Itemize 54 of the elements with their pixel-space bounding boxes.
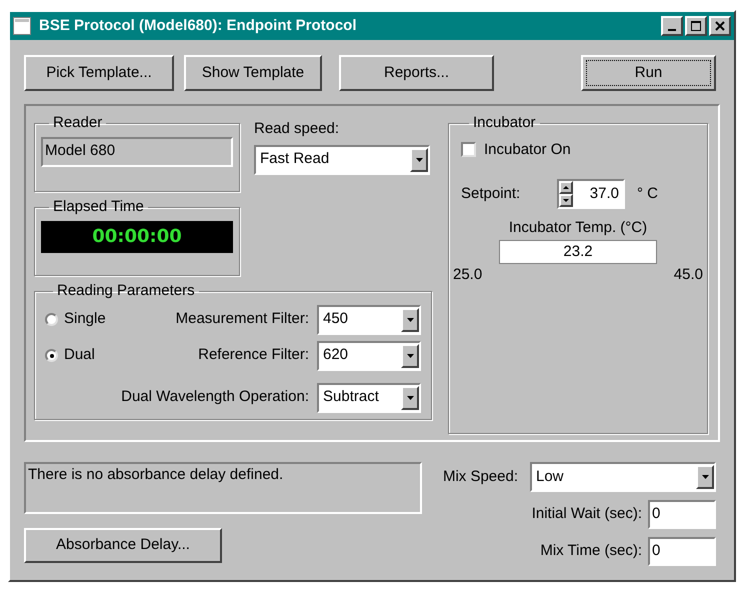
up-arrow-icon bbox=[563, 186, 569, 189]
caret-icon bbox=[406, 318, 414, 322]
minimize-icon bbox=[668, 28, 676, 30]
absorbance-delay-button[interactable]: Absorbance Delay... bbox=[24, 528, 222, 563]
field-label: Read speed: bbox=[254, 119, 340, 139]
filter-dropdown[interactable]: 450 bbox=[317, 304, 421, 334]
radio-option[interactable]: Dual bbox=[45, 344, 119, 367]
checkbox-option[interactable]: Incubator On bbox=[461, 138, 695, 161]
field-label: Mix Speed: bbox=[442, 466, 518, 487]
radio-button[interactable] bbox=[45, 349, 58, 362]
field-label: Mix Time (sec): bbox=[540, 541, 642, 562]
input-field[interactable]: 0 bbox=[648, 537, 716, 566]
scale-min-label: 25.0 bbox=[453, 264, 482, 284]
field-label: Initial Wait (sec): bbox=[532, 504, 642, 524]
maximize-icon bbox=[691, 21, 701, 31]
unit-label: ° C bbox=[637, 184, 658, 204]
scale-max-label: 45.0 bbox=[674, 264, 703, 284]
message-box: There is no absorbance delay defined. bbox=[24, 462, 422, 514]
reader-field: Model 680 bbox=[41, 136, 233, 166]
radio-button[interactable] bbox=[45, 313, 58, 326]
toolbar-button[interactable]: Run bbox=[581, 55, 716, 91]
toolbar-button[interactable]: Pick Template... bbox=[24, 55, 174, 91]
minimize-button[interactable] bbox=[661, 16, 683, 36]
setpoint-spinner[interactable]: 37.0 bbox=[557, 179, 625, 209]
temperature-field: 23.2 bbox=[499, 240, 657, 264]
caret-icon bbox=[406, 354, 414, 358]
down-arrow-icon bbox=[563, 199, 569, 202]
mix-speed-dropdown[interactable]: Low bbox=[530, 462, 716, 492]
input-field[interactable]: 0 bbox=[648, 500, 716, 529]
maximize-button[interactable] bbox=[685, 16, 707, 36]
field-label: Measurement Filter: bbox=[174, 309, 310, 330]
filter-dropdown[interactable]: 620 bbox=[317, 340, 421, 370]
field-label: Setpoint: bbox=[461, 184, 522, 204]
field-label: Reference Filter: bbox=[197, 345, 310, 366]
field-label: Incubator Temp. (°C) bbox=[508, 218, 648, 238]
read-speed-dropdown[interactable]: Fast Read bbox=[254, 144, 430, 174]
filter-dropdown[interactable]: Subtract bbox=[317, 382, 421, 412]
toolbar-button[interactable]: Show Template bbox=[184, 55, 322, 91]
checkbox[interactable] bbox=[461, 142, 476, 158]
group-title: Reader bbox=[52, 113, 104, 133]
window-title: BSE Protocol (Model680): Endpoint Protocol bbox=[39, 16, 358, 36]
close-button[interactable] bbox=[709, 16, 731, 36]
caret-icon bbox=[702, 475, 708, 479]
group-title: Incubator bbox=[472, 113, 537, 133]
close-icon bbox=[715, 21, 725, 31]
caret-icon bbox=[406, 396, 414, 400]
window-icon bbox=[13, 17, 31, 35]
group-title: Elapsed Time bbox=[52, 197, 145, 217]
toolbar-button[interactable]: Reports... bbox=[339, 55, 494, 91]
elapsed-time-display: 00:00:00 bbox=[41, 220, 233, 252]
radio-option[interactable]: Single bbox=[45, 308, 119, 331]
field-label: Dual Wavelength Operation: bbox=[120, 387, 310, 408]
caret-icon bbox=[416, 158, 422, 162]
group-title: Reading Parameters bbox=[56, 281, 196, 301]
